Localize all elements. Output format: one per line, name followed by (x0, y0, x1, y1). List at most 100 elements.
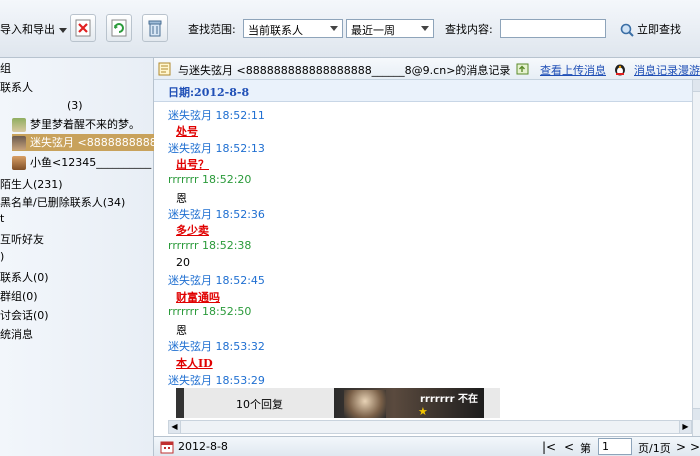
timestamp: 18:53:32 (215, 340, 265, 353)
message-panel: 与迷失弦月 <888888888888888888______8@9.cn>的消… (154, 58, 700, 456)
vertical-scrollbar[interactable] (692, 80, 700, 456)
delete-button[interactable] (70, 14, 96, 42)
time-value: 最近一周 (351, 24, 395, 37)
tree-groups-heading[interactable]: 组 (0, 60, 11, 76)
tree-mutual-listen[interactable]: 互听好友 (0, 231, 44, 247)
message-text: 本人ID (176, 357, 213, 370)
avatar (12, 136, 26, 150)
image-name: rrrrrrr 不在 (420, 390, 478, 405)
sender: rrrrrrr (168, 305, 199, 318)
scroll-down-arrow[interactable] (693, 408, 700, 420)
timestamp: 18:52:45 (215, 274, 265, 287)
avatar (12, 156, 26, 170)
message-meta: 迷失弦月 18:52:36 (168, 206, 265, 222)
refresh-icon (111, 19, 127, 37)
contact-name: 小鱼<12345__________ (30, 156, 152, 169)
trash-icon (148, 20, 162, 37)
sender: rrrrrrr (168, 173, 199, 186)
time-select[interactable]: 最近一周 (346, 19, 434, 38)
upload-message-icon (516, 63, 529, 75)
roaming-link[interactable]: 消息记录漫游 (634, 62, 700, 78)
tree-item[interactable]: t (0, 212, 4, 225)
sender: 迷失弦月 (168, 142, 212, 155)
page-number-input[interactable]: 1 (598, 438, 632, 455)
first-page-button[interactable]: |< (542, 440, 556, 454)
contact-name: 梦里梦着醒不来的梦。 (30, 118, 140, 131)
message-text: 多少卖 (176, 224, 209, 237)
bottom-date: 2012-8-8 (178, 440, 228, 453)
tree-chat-sessions[interactable]: 讨会话(0) (0, 307, 49, 323)
message-meta: 迷失弦月 18:52:13 (168, 140, 265, 156)
message-meta: 迷失弦月 18:52:45 (168, 272, 265, 288)
message-text: 出号？ (176, 158, 209, 171)
image-message[interactable]: 10个回复 rrrrrrr 不在 ★ (176, 388, 500, 418)
clear-button[interactable] (142, 14, 168, 42)
message-list: 迷失弦月 18:52:11 处号 迷失弦月 18:52:13 出号？ rrrrr… (154, 102, 692, 442)
message-meta: 迷失弦月 18:52:11 (168, 107, 265, 123)
timestamp: 18:52:50 (202, 305, 252, 318)
message-header: 与迷失弦月 <888888888888888888______8@9.cn>的消… (154, 58, 700, 80)
scroll-left-arrow[interactable]: ◀ (169, 421, 181, 433)
message-text: 20 (176, 256, 190, 269)
avatar (12, 118, 26, 132)
message-text: 恩 (176, 192, 187, 205)
tree-contacts[interactable]: 联系人 (0, 79, 33, 95)
refresh-button[interactable] (106, 14, 132, 42)
tree-item[interactable]: ) (0, 250, 4, 263)
image-status-text: 不在 (458, 394, 479, 405)
message-text: 处号 (176, 125, 198, 138)
sender: 迷失弦月 (168, 109, 212, 122)
scroll-right-arrow[interactable]: ▶ (679, 421, 691, 433)
scope-select[interactable]: 当前联系人 (243, 19, 343, 38)
search-content-label: 查找内容: (445, 23, 493, 36)
page-prefix: 第 (580, 442, 591, 455)
tree-other-contacts[interactable]: 联系人(0) (0, 269, 49, 285)
tree-system-messages[interactable]: 统消息 (0, 326, 33, 342)
import-export-menu[interactable]: 导入和导出 (0, 21, 67, 37)
pagination-bar: 2012-8-8 |< < 第 1 页/1页 > > (154, 436, 700, 456)
scope-value: 当前联系人 (248, 24, 303, 37)
tree-strangers[interactable]: 陌生人(231) (0, 176, 63, 192)
sender: 迷失弦月 (168, 374, 212, 387)
tree-count: (3) (67, 99, 83, 112)
reply-count: 10个回复 (236, 398, 283, 411)
message-meta: rrrrrrr 18:52:20 (168, 173, 251, 186)
image-thumbnail: rrrrrrr 不在 ★ (334, 388, 484, 418)
tree-groups[interactable]: 群组(0) (0, 288, 38, 304)
avatar (344, 390, 386, 418)
message-text: 恩 (176, 324, 187, 337)
conversation-title: 与迷失弦月 <888888888888888888______8@9.cn>的消… (178, 64, 511, 77)
message-meta: rrrrrrr 18:52:50 (168, 305, 251, 318)
contact-item-selected[interactable]: 迷失弦月 <8888888888888 (12, 134, 154, 151)
contact-tree: 组 联系人 (3) 梦里梦着醒不来的梦。 迷失弦月 <8888888888888… (0, 58, 154, 456)
sender: 迷失弦月 (168, 208, 212, 221)
sender: 迷失弦月 (168, 340, 212, 353)
sender: 迷失弦月 (168, 274, 212, 287)
contact-name: 迷失弦月 <8888888888888 (30, 136, 154, 149)
next-page-button[interactable]: > (676, 440, 686, 454)
date-header: 日期:2012-8-8 (168, 86, 250, 99)
message-text: 财富通吗 (176, 291, 220, 304)
note-icon (158, 62, 171, 76)
tree-blacklist[interactable]: 黑名单/已删除联系人(34) (0, 194, 125, 210)
search-now-button[interactable]: 立即查找 (620, 21, 681, 37)
timestamp: 18:52:20 (202, 173, 252, 186)
timestamp: 18:52:38 (202, 239, 252, 252)
horizontal-scrollbar[interactable]: ◀ ▶ (168, 420, 692, 434)
chevron-down-icon (330, 26, 338, 31)
contact-item[interactable]: 小鱼<12345__________ (12, 154, 151, 170)
calendar-icon[interactable] (160, 440, 174, 454)
qq-penguin-icon (615, 64, 625, 76)
search-input[interactable] (500, 19, 606, 38)
search-scope-label: 查找范围: (188, 23, 236, 36)
delete-icon (75, 19, 91, 37)
toolbar: 导入和导出 查找范围: 当前联系人 最近一周 查找内容: 立即查找 (0, 0, 700, 58)
view-uploads-link[interactable]: 查看上传消息 (540, 62, 606, 78)
timestamp: 18:52:11 (215, 109, 265, 122)
date-separator: 日期:2012-8-8 (154, 80, 692, 102)
prev-page-button[interactable]: < (564, 440, 574, 454)
scroll-up-arrow[interactable] (693, 80, 700, 92)
contact-item[interactable]: 梦里梦着醒不来的梦。 (12, 116, 140, 132)
message-meta: 迷失弦月 18:53:32 (168, 338, 265, 354)
last-page-button[interactable]: > (690, 440, 700, 454)
